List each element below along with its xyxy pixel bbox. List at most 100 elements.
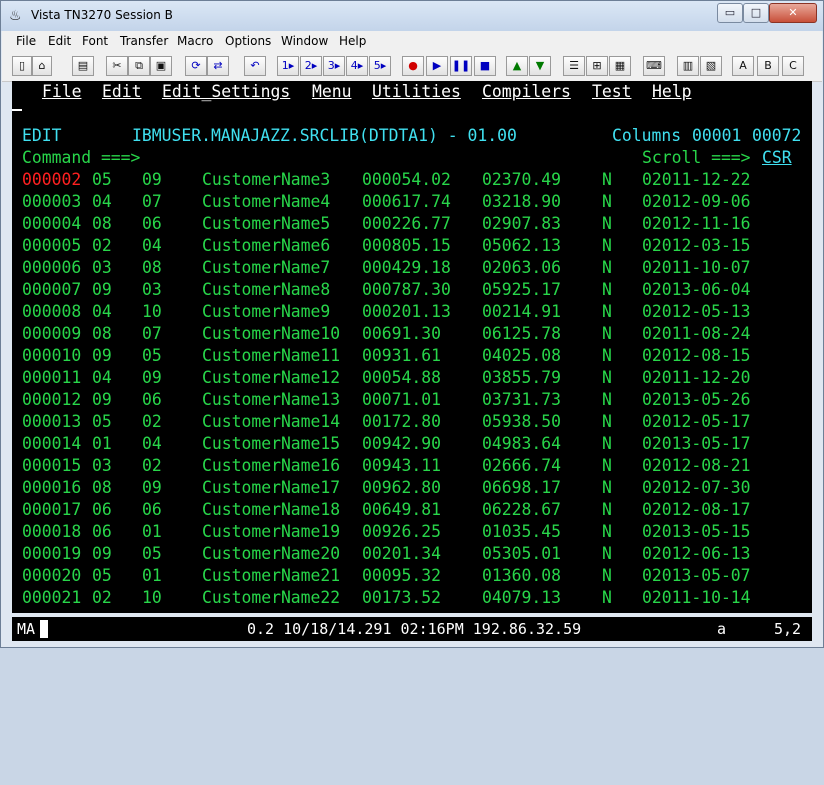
customer-name[interactable]: CustomerName20 [202,543,340,565]
cut-icon[interactable]: ✂ [106,56,128,76]
minimize-button[interactable]: ▭ [717,3,743,23]
customer-name[interactable]: CustomerName14 [202,411,340,433]
field-code-a[interactable]: 08 [92,213,112,235]
session-icon[interactable]: ⊞ [586,56,608,76]
field-code-b[interactable]: 06 [142,389,162,411]
amount-1[interactable]: 00962.80 [362,477,441,499]
amount-1[interactable]: 000787.30 [362,279,451,301]
ispf-menu-test[interactable]: Test [592,81,631,103]
flag[interactable]: N [602,301,612,323]
open-icon[interactable]: ⌂ [32,56,52,76]
line-number[interactable]: 000003 [22,191,81,213]
date[interactable]: 02012-06-13 [642,543,751,565]
date[interactable]: 02013-05-17 [642,433,751,455]
customer-name[interactable]: CustomerName5 [202,213,330,235]
line-number[interactable]: 000013 [22,411,81,433]
keyboard-icon[interactable]: ⌨ [643,56,665,76]
line-number[interactable]: 000005 [22,235,81,257]
field-code-b[interactable]: 07 [142,191,162,213]
field-code-a[interactable]: 05 [92,411,112,433]
menu-transfer[interactable]: Transfer [120,34,168,48]
flag[interactable]: N [602,521,612,543]
pause-icon[interactable]: ❚❚ [450,56,472,76]
customer-name[interactable]: CustomerName4 [202,191,330,213]
edit-data-row[interactable]: 000010 09 05 CustomerName11 00931.61 040… [12,345,751,367]
amount-2[interactable]: 05925.17 [482,279,561,301]
ispf-menu-compilers[interactable]: Compilers [482,81,571,103]
ispf-menu-help[interactable]: Help [652,81,691,103]
field-code-a[interactable]: 09 [92,543,112,565]
flag[interactable]: N [602,477,612,499]
line-number[interactable]: 000012 [22,389,81,411]
ispf-menu-edit[interactable]: Edit [102,81,141,103]
edit-data-row[interactable]: 000003 04 07 CustomerName4 000617.74 032… [12,191,751,213]
customer-name[interactable]: CustomerName15 [202,433,340,455]
play-icon[interactable]: ▶ [426,56,448,76]
edit-data-row[interactable]: 000020 05 01 CustomerName21 00095.32 013… [12,565,751,587]
terminal-screen[interactable]: File Edit Edit_Settings Menu Utilities C… [12,81,812,613]
amount-2[interactable]: 01360.08 [482,565,561,587]
field-code-b[interactable]: 09 [142,477,162,499]
customer-name[interactable]: CustomerName18 [202,499,340,521]
line-number[interactable]: 000004 [22,213,81,235]
macro-1-button[interactable]: 1▸ [277,56,299,76]
line-number[interactable]: 000002 [22,169,81,191]
record-icon[interactable]: ● [402,56,424,76]
customer-name[interactable]: CustomerName7 [202,257,330,279]
date[interactable]: 02013-05-07 [642,565,751,587]
flag[interactable]: N [602,411,612,433]
title-bar[interactable]: ♨ Vista TN3270 Session B ▭ □ ✕ [1,1,823,31]
field-code-b[interactable]: 04 [142,433,162,455]
edit-data-row[interactable]: 000014 01 04 CustomerName15 00942.90 049… [12,433,751,455]
ispf-menu-menu[interactable]: Menu [312,81,351,103]
amount-1[interactable]: 000617.74 [362,191,451,213]
date[interactable]: 02012-11-16 [642,213,751,235]
field-code-b[interactable]: 07 [142,323,162,345]
amount-1[interactable]: 00926.25 [362,521,441,543]
flag[interactable]: N [602,323,612,345]
transfer-icon[interactable]: ⇄ [207,56,229,76]
amount-2[interactable]: 03218.90 [482,191,561,213]
date[interactable]: 02011-08-24 [642,323,751,345]
paste-icon[interactable]: ▣ [150,56,172,76]
macro-3-button[interactable]: 3▸ [323,56,345,76]
date[interactable]: 02012-08-17 [642,499,751,521]
field-code-b[interactable]: 08 [142,257,162,279]
flag[interactable]: N [602,235,612,257]
maximize-button[interactable]: □ [743,3,769,23]
line-number[interactable]: 000008 [22,301,81,323]
edit-data-row[interactable]: 000006 03 08 CustomerName7 000429.18 020… [12,257,751,279]
amount-1[interactable]: 000054.02 [362,169,451,191]
date[interactable]: 02012-09-06 [642,191,751,213]
flag[interactable]: N [602,367,612,389]
amount-1[interactable]: 00931.61 [362,345,441,367]
edit-data-row[interactable]: 000007 09 03 CustomerName8 000787.30 059… [12,279,751,301]
field-code-a[interactable]: 05 [92,169,112,191]
macro-5-button[interactable]: 5▸ [369,56,391,76]
field-code-b[interactable]: 10 [142,301,162,323]
line-number[interactable]: 000010 [22,345,81,367]
menu-file[interactable]: File [16,34,36,48]
field-code-a[interactable]: 09 [92,279,112,301]
amount-2[interactable]: 05305.01 [482,543,561,565]
field-code-a[interactable]: 09 [92,389,112,411]
date[interactable]: 02012-08-21 [642,455,751,477]
edit-data-row[interactable]: 000002 05 09 CustomerName3 000054.02 023… [12,169,751,191]
amount-2[interactable]: 06228.67 [482,499,561,521]
amount-1[interactable]: 00095.32 [362,565,441,587]
amount-2[interactable]: 06698.17 [482,477,561,499]
field-code-a[interactable]: 03 [92,455,112,477]
amount-1[interactable]: 000226.77 [362,213,451,235]
edit-data-row[interactable]: 000013 05 02 CustomerName14 00172.80 059… [12,411,751,433]
edit-data-row[interactable]: 000008 04 10 CustomerName9 000201.13 002… [12,301,751,323]
date[interactable]: 02012-05-17 [642,411,751,433]
field-code-b[interactable]: 06 [142,213,162,235]
menu-window[interactable]: Window [281,34,328,48]
edit-data-row[interactable]: 000016 08 09 CustomerName17 00962.80 066… [12,477,751,499]
flag[interactable]: N [602,389,612,411]
screen-icon[interactable]: ▦ [609,56,631,76]
edit-data-row[interactable]: 000005 02 04 CustomerName6 000805.15 050… [12,235,751,257]
scroll-amount-field[interactable]: CSR [762,147,792,169]
line-number[interactable]: 000011 [22,367,81,389]
field-code-b[interactable]: 09 [142,169,162,191]
